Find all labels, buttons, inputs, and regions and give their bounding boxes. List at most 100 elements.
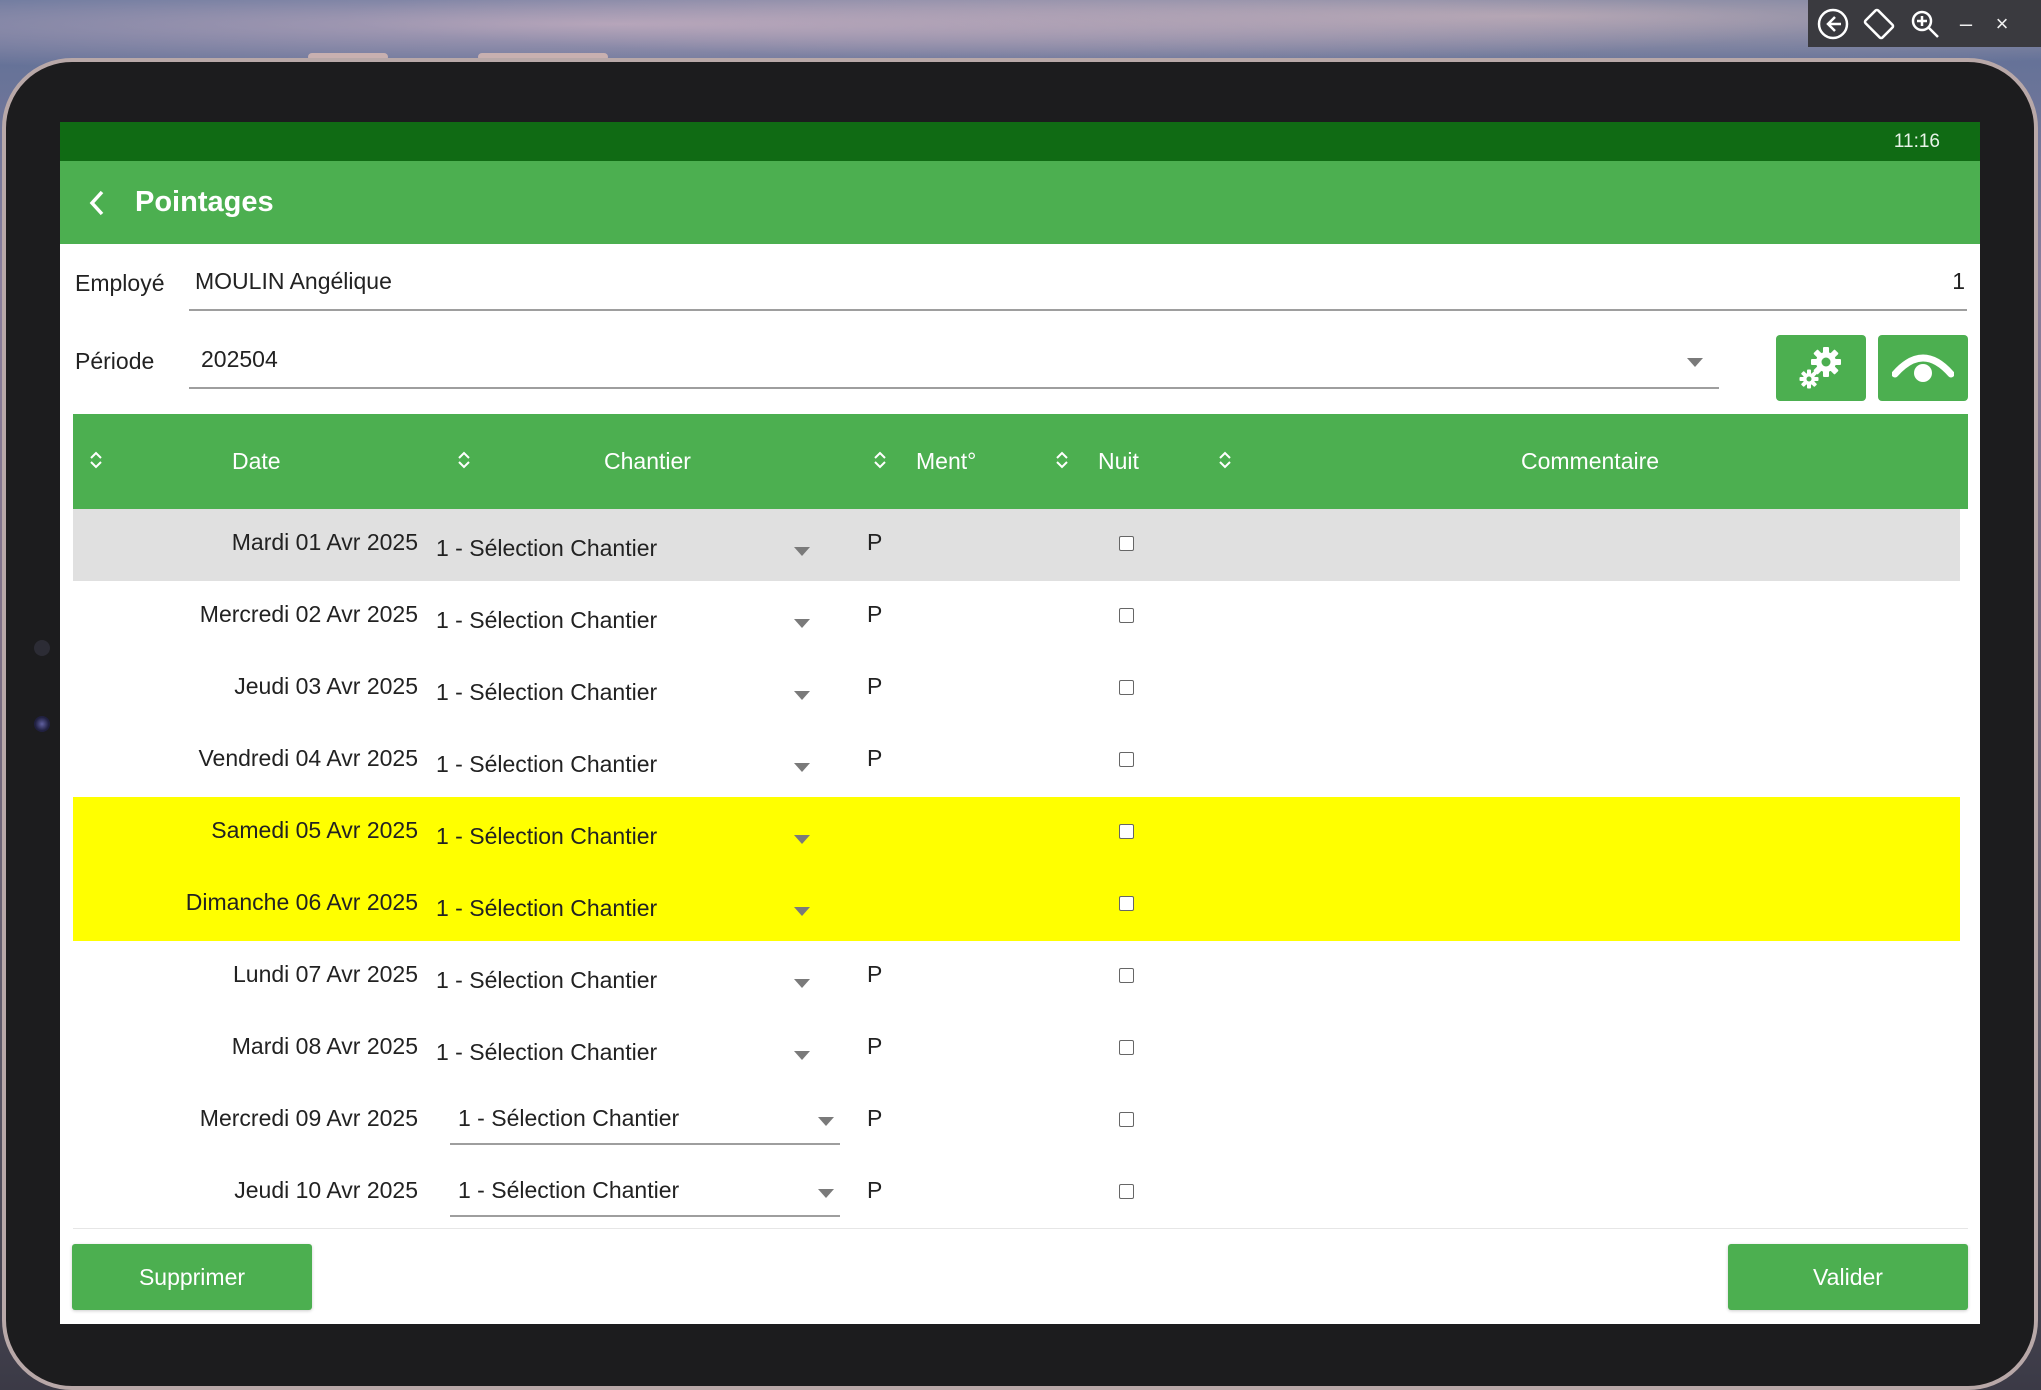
row-ment: P: [867, 1177, 883, 1203]
table-row[interactable]: Jeudi 03 Avr 2025 1 - Sélection Chantier…: [73, 653, 1960, 725]
nuit-checkbox[interactable]: [1119, 1184, 1134, 1199]
table-row[interactable]: Mardi 08 Avr 2025 1 - Sélection Chantier…: [73, 1013, 1960, 1085]
table-header: Date Chantier Ment° Nuit Commentaire: [73, 414, 1968, 509]
chevron-down-icon: [818, 1117, 834, 1126]
periode-select[interactable]: 202504: [189, 332, 1719, 389]
emulator-close-icon[interactable]: ×: [1988, 5, 2016, 43]
chantier-select[interactable]: 1 - Sélection Chantier: [450, 1169, 840, 1217]
chantier-select[interactable]: 1 - Sélection Chantier: [436, 531, 826, 571]
row-date: Samedi 05 Avr 2025: [211, 817, 418, 843]
table-row[interactable]: Jeudi 10 Avr 2025 1 - Sélection Chantier…: [73, 1157, 1960, 1228]
chantier-select[interactable]: 1 - Sélection Chantier: [436, 891, 826, 931]
emulator-zoom-icon[interactable]: [1906, 5, 1944, 43]
employe-number: 1: [1952, 268, 1965, 294]
sensor-icon: [34, 640, 50, 656]
chantier-select[interactable]: 1 - Sélection Chantier: [450, 1097, 840, 1145]
chevron-down-icon: [794, 691, 810, 700]
settings-button[interactable]: [1776, 335, 1866, 401]
sort-icon[interactable]: [1218, 448, 1232, 472]
camera-icon: [34, 716, 50, 732]
page-title: Pointages: [135, 186, 274, 218]
sort-icon[interactable]: [457, 448, 471, 472]
employe-field[interactable]: MOULIN Angélique: [189, 254, 1904, 311]
app-bar: Pointages: [60, 161, 1980, 244]
back-button[interactable]: [60, 161, 135, 244]
supprimer-button[interactable]: Supprimer: [72, 1244, 312, 1310]
row-date: Mercredi 09 Avr 2025: [199, 1105, 418, 1131]
sort-icon[interactable]: [873, 448, 887, 472]
status-bar: 11:16: [60, 122, 1980, 161]
chantier-value: 1 - Sélection Chantier: [458, 1177, 680, 1203]
row-ment: P: [867, 961, 883, 987]
valider-button[interactable]: Valider: [1728, 1244, 1968, 1310]
emulator-minimize-icon[interactable]: –: [1952, 5, 1980, 43]
table-row[interactable]: Vendredi 04 Avr 2025 1 - Sélection Chant…: [73, 725, 1960, 797]
gears-icon: [1799, 347, 1841, 389]
chantier-value: 1 - Sélection Chantier: [436, 1039, 658, 1065]
header-commentaire[interactable]: Commentaire: [1521, 414, 1659, 509]
header-nuit[interactable]: Nuit: [1098, 414, 1139, 509]
chantier-select[interactable]: 1 - Sélection Chantier: [436, 675, 826, 715]
row-date: Jeudi 03 Avr 2025: [234, 673, 418, 699]
row-ment: P: [867, 673, 883, 699]
row-date: Dimanche 06 Avr 2025: [185, 889, 418, 915]
row-date: Mercredi 02 Avr 2025: [199, 601, 418, 627]
periode-label: Période: [75, 348, 155, 374]
row-date: Mardi 08 Avr 2025: [231, 1033, 418, 1059]
chantier-value: 1 - Sélection Chantier: [436, 895, 658, 921]
header-ment[interactable]: Ment°: [916, 414, 976, 509]
chantier-select[interactable]: 1 - Sélection Chantier: [436, 819, 826, 859]
table-row[interactable]: Samedi 05 Avr 2025 1 - Sélection Chantie…: [73, 797, 1960, 869]
row-ment: P: [867, 745, 883, 771]
table-row[interactable]: Mercredi 02 Avr 2025 1 - Sélection Chant…: [73, 581, 1960, 653]
chantier-value: 1 - Sélection Chantier: [436, 535, 658, 561]
chantier-value: 1 - Sélection Chantier: [436, 967, 658, 993]
employe-number-field[interactable]: 1: [1863, 254, 1967, 311]
nuit-checkbox[interactable]: [1119, 896, 1134, 911]
table-row[interactable]: Lundi 07 Avr 2025 1 - Sélection Chantier…: [73, 941, 1960, 1013]
chantier-value: 1 - Sélection Chantier: [436, 751, 658, 777]
nuit-checkbox[interactable]: [1119, 536, 1134, 551]
chevron-down-icon: [794, 619, 810, 628]
chevron-down-icon: [794, 979, 810, 988]
header-chantier[interactable]: Chantier: [604, 414, 691, 509]
nuit-checkbox[interactable]: [1119, 824, 1134, 839]
chantier-value: 1 - Sélection Chantier: [436, 823, 658, 849]
emulator-rotate-icon[interactable]: [1860, 5, 1898, 43]
nuit-checkbox[interactable]: [1119, 1112, 1134, 1127]
header-date[interactable]: Date: [232, 414, 281, 509]
chevron-down-icon: [794, 835, 810, 844]
employe-label: Employé: [75, 270, 165, 296]
chantier-select[interactable]: 1 - Sélection Chantier: [436, 963, 826, 1003]
chantier-select[interactable]: 1 - Sélection Chantier: [436, 1035, 826, 1075]
status-time: 11:16: [1893, 130, 1940, 152]
emulator-toolbar: – ×: [1808, 0, 2041, 47]
view-button[interactable]: [1878, 335, 1968, 401]
emulator-back-icon[interactable]: [1814, 5, 1852, 43]
periode-row: Période 202504: [60, 322, 1980, 392]
chevron-down-icon: [1687, 358, 1703, 367]
chantier-select[interactable]: 1 - Sélection Chantier: [436, 747, 826, 787]
row-ment: P: [867, 1105, 883, 1131]
row-ment: P: [867, 1033, 883, 1059]
nuit-checkbox[interactable]: [1119, 1040, 1134, 1055]
sort-icon[interactable]: [1055, 448, 1069, 472]
nuit-checkbox[interactable]: [1119, 752, 1134, 767]
nuit-checkbox[interactable]: [1119, 968, 1134, 983]
eye-icon: [1892, 354, 1954, 382]
nuit-checkbox[interactable]: [1119, 608, 1134, 623]
chantier-select[interactable]: 1 - Sélection Chantier: [436, 603, 826, 643]
table-row[interactable]: Dimanche 06 Avr 2025 1 - Sélection Chant…: [73, 869, 1960, 941]
periode-value: 202504: [201, 346, 278, 372]
pointages-table: Mardi 01 Avr 2025 1 - Sélection Chantier…: [73, 509, 1968, 1229]
table-row[interactable]: Mercredi 09 Avr 2025 1 - Sélection Chant…: [73, 1085, 1960, 1157]
employe-row: Employé MOULIN Angélique 1: [60, 244, 1980, 314]
row-date: Jeudi 10 Avr 2025: [234, 1177, 418, 1203]
row-date: Mardi 01 Avr 2025: [231, 529, 418, 555]
table-row[interactable]: Mardi 01 Avr 2025 1 - Sélection Chantier…: [73, 509, 1960, 581]
row-date: Vendredi 04 Avr 2025: [198, 745, 418, 771]
chantier-value: 1 - Sélection Chantier: [458, 1105, 680, 1131]
back-arrow-icon: [89, 190, 103, 215]
sort-icon[interactable]: [89, 448, 103, 472]
nuit-checkbox[interactable]: [1119, 680, 1134, 695]
